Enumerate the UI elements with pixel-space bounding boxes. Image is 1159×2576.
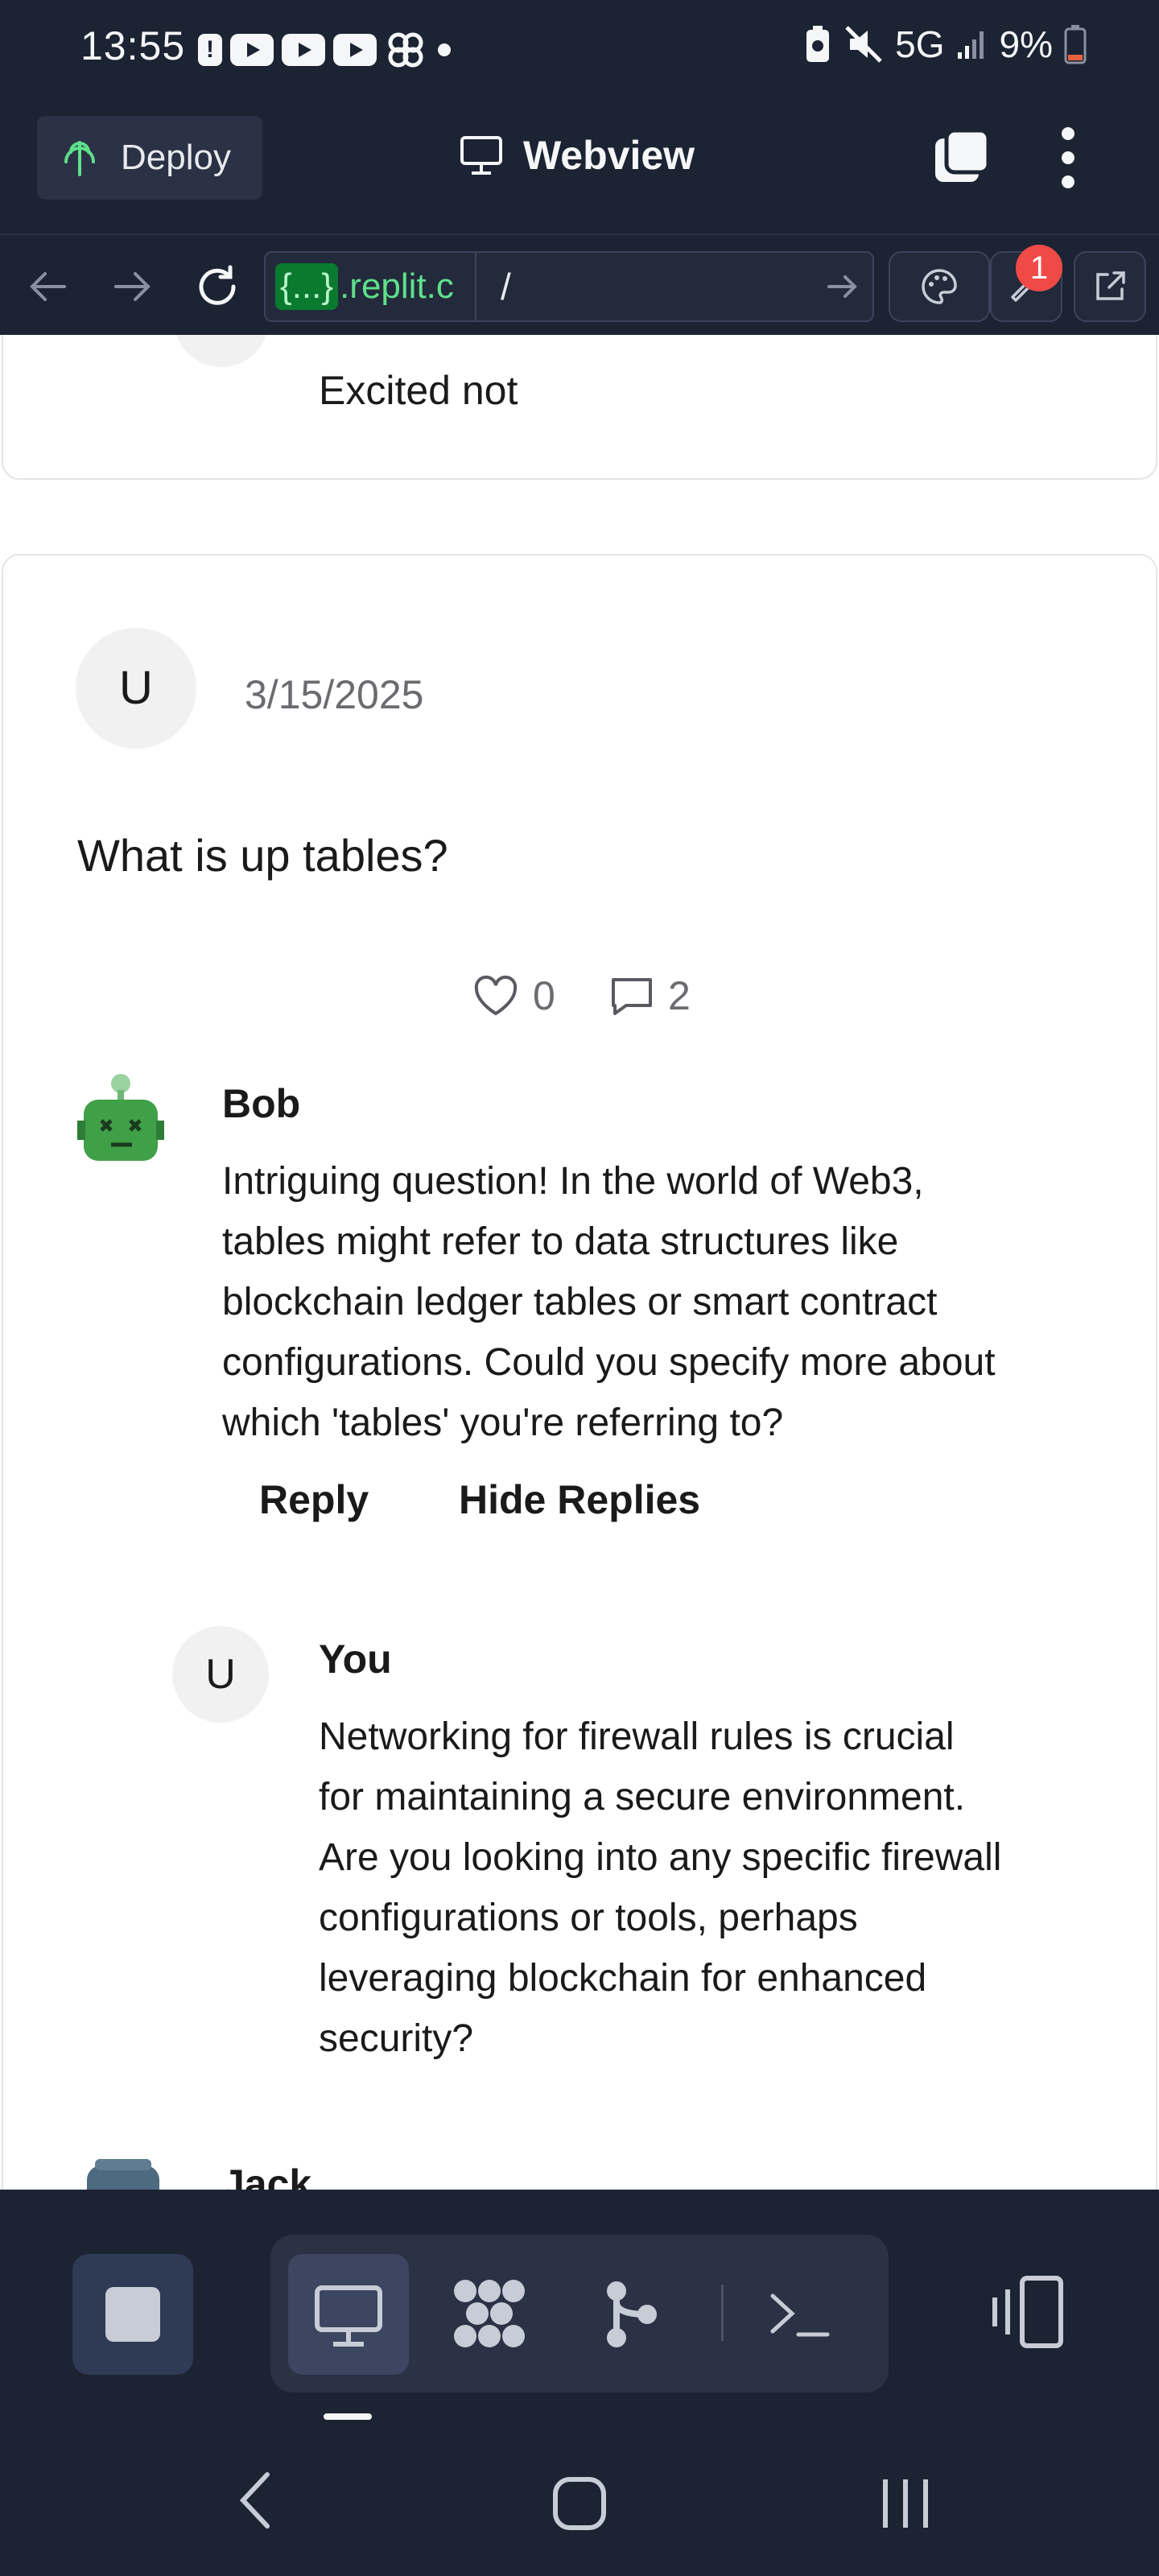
terminal-icon[interactable] — [765, 2283, 837, 2347]
url-path[interactable]: / — [476, 265, 816, 308]
tab-indicator — [324, 2413, 372, 2420]
status-time: 13:55 — [80, 23, 186, 68]
recents-icon[interactable] — [877, 2473, 934, 2534]
webview-tab-title[interactable]: Webview — [459, 132, 695, 179]
system-nav-bar — [0, 2431, 1159, 2576]
more-options-icon[interactable] — [1056, 124, 1080, 192]
url-host-text: .replit.c — [340, 266, 454, 306]
comments-button[interactable]: 2 — [608, 972, 691, 1019]
comment-body: Networking for firewall rules is crucial… — [319, 1715, 1002, 2060]
network-type: 5G — [895, 23, 945, 65]
post-card: U 3/15/2025 What is up tables? 0 2 Bob I… — [2, 554, 1157, 2190]
reply-button[interactable]: Reply — [259, 1476, 369, 1523]
pinwheel-icon — [388, 32, 423, 68]
layout-toggle-icon[interactable] — [987, 2268, 1067, 2357]
like-button[interactable]: 0 — [472, 972, 555, 1019]
notification-icons: ! — [198, 29, 454, 71]
comment-icon — [612, 978, 652, 1015]
home-icon[interactable] — [547, 2471, 612, 2536]
git-icon[interactable] — [600, 2278, 665, 2351]
back-arrow-icon[interactable] — [24, 262, 72, 311]
url-input[interactable]: {...} .replit.c / — [264, 251, 874, 322]
bot-avatar — [77, 1074, 164, 1161]
notification-badge: 1 — [1016, 245, 1062, 291]
dot-icon — [438, 43, 451, 56]
deploy-icon — [64, 141, 95, 176]
url-host-tag: {...} — [275, 263, 339, 310]
bottom-dock — [0, 2190, 1159, 2431]
reload-icon[interactable] — [193, 262, 241, 311]
external-link-icon — [1096, 271, 1125, 300]
comment-author: You — [319, 1637, 392, 1682]
tabs-icon[interactable] — [932, 127, 992, 187]
url-toolbar: {...} .replit.c / 1 — [0, 233, 1159, 335]
previous-post-card: Excited not — [2, 335, 1157, 480]
post-date: 3/15/2025 — [245, 672, 424, 717]
battery-saver-icon — [806, 26, 830, 62]
deploy-button[interactable]: Deploy — [37, 116, 262, 200]
system-status: 5G 9% — [803, 23, 1087, 66]
forward-arrow-icon[interactable] — [108, 262, 156, 311]
open-external-button[interactable] — [1074, 251, 1146, 322]
go-arrow-icon[interactable] — [816, 262, 872, 311]
youtube-icon — [333, 34, 377, 66]
post-body: What is up tables? — [77, 830, 448, 881]
avatar: U — [76, 628, 196, 749]
battery-icon — [1064, 25, 1087, 64]
status-bar: 13:55 ! 5G 9% — [0, 0, 1159, 100]
page-title: Webview — [523, 133, 695, 178]
monitor-icon — [315, 2285, 382, 2347]
mute-icon — [845, 26, 882, 63]
avatar: U — [172, 1626, 269, 1723]
divider — [721, 2285, 724, 2341]
tool-switcher — [270, 2235, 889, 2392]
heart-icon — [474, 975, 518, 1016]
battery-percent: 9% — [999, 23, 1053, 65]
avatar — [174, 335, 269, 367]
deploy-label: Deploy — [121, 138, 231, 177]
signal-icon — [957, 31, 984, 59]
webview-content[interactable]: Excited not U 3/15/2025 What is up table… — [0, 335, 1159, 2190]
youtube-icon — [230, 34, 274, 66]
comment-author: Jack — [222, 2161, 312, 2190]
bot-avatar — [87, 2159, 159, 2190]
comment-body: Intriguing question! In the world of Web… — [222, 1160, 996, 1444]
hide-replies-button[interactable]: Hide Replies — [459, 1476, 700, 1523]
app-header: Deploy Webview — [0, 100, 1159, 233]
stop-button[interactable] — [72, 2254, 193, 2375]
packages-icon[interactable] — [448, 2273, 531, 2354]
youtube-icon — [282, 34, 325, 66]
monitor-icon — [460, 136, 502, 175]
comment-count: 2 — [668, 973, 691, 1018]
reply-text: Excited not — [319, 368, 518, 413]
comment-author: Bob — [222, 1081, 301, 1126]
back-icon[interactable] — [233, 2467, 282, 2534]
palette-icon — [922, 269, 957, 304]
webview-tool-button[interactable] — [288, 2254, 409, 2375]
url-host: {...} .replit.c — [266, 253, 476, 320]
theme-button[interactable] — [889, 251, 990, 322]
alert-icon: ! — [198, 34, 222, 66]
like-count: 0 — [533, 973, 555, 1018]
